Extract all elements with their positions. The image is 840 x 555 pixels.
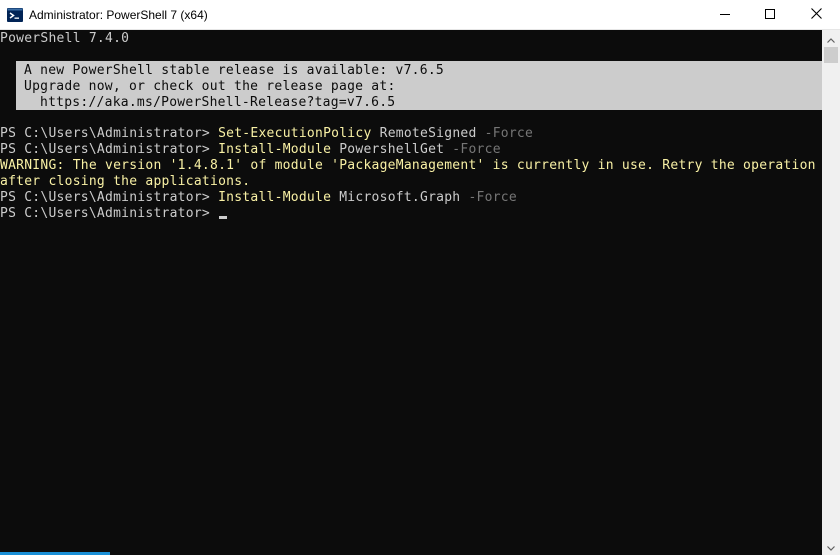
- history-line-3: PS C:\Users\Administrator> Install-Modul…: [0, 190, 517, 206]
- command-name: Set-ExecutionPolicy: [218, 126, 372, 141]
- notice-line-1: A new PowerShell stable release is avail…: [24, 63, 444, 78]
- maximize-button[interactable]: [747, 0, 793, 30]
- history-line-1: PS C:\Users\Administrator> Set-Execution…: [0, 126, 533, 142]
- command-name: Install-Module: [218, 190, 332, 205]
- vertical-scrollbar[interactable]: [822, 30, 840, 555]
- prompt: PS C:\Users\Administrator>: [0, 142, 219, 157]
- prompt: PS C:\Users\Administrator>: [0, 126, 219, 141]
- current-prompt-line[interactable]: PS C:\Users\Administrator>: [0, 206, 228, 222]
- notice-release-link[interactable]: https://aka.ms/PowerShell-Release?tag=v7…: [40, 95, 395, 111]
- close-button[interactable]: [793, 0, 840, 30]
- prompt: PS C:\Users\Administrator>: [0, 190, 219, 205]
- scroll-up-button[interactable]: [822, 30, 840, 47]
- scroll-down-button[interactable]: [822, 538, 840, 555]
- minimize-button[interactable]: [702, 0, 748, 30]
- history-line-2: PS C:\Users\Administrator> Install-Modul…: [0, 142, 501, 158]
- chevron-down-icon: [827, 538, 835, 555]
- window-title: Administrator: PowerShell 7 (x64): [29, 8, 208, 22]
- minimize-icon: [720, 6, 730, 24]
- text-cursor: [219, 216, 228, 219]
- close-icon: [811, 6, 822, 24]
- command-name: Install-Module: [218, 142, 332, 157]
- version-line: PowerShell 7.4.0: [0, 31, 130, 46]
- warning-line-1: WARNING: The version '1.4.8.1' of module…: [0, 158, 816, 173]
- notice-line-2: Upgrade now, or check out the release pa…: [24, 79, 396, 94]
- command-argument: PowershellGet: [331, 142, 445, 157]
- powershell-icon: [7, 7, 23, 23]
- command-argument: Microsoft.Graph: [331, 190, 461, 205]
- scroll-thumb[interactable]: [824, 47, 838, 63]
- command-parameter: -Force: [444, 142, 501, 157]
- command-parameter: -Force: [476, 126, 534, 141]
- chevron-up-icon: [827, 30, 835, 48]
- title-bar[interactable]: Administrator: PowerShell 7 (x64): [0, 0, 840, 30]
- powershell-window: Administrator: PowerShell 7 (x64) PowerS…: [0, 0, 840, 555]
- warning-line-2: after closing the applications.: [0, 174, 251, 189]
- prompt: PS C:\Users\Administrator>: [0, 206, 219, 221]
- console-output[interactable]: PowerShell 7.4.0 A new PowerShell stable…: [0, 30, 822, 555]
- command-parameter: -Force: [460, 190, 517, 205]
- command-argument: RemoteSigned: [371, 126, 477, 141]
- maximize-icon: [765, 6, 775, 24]
